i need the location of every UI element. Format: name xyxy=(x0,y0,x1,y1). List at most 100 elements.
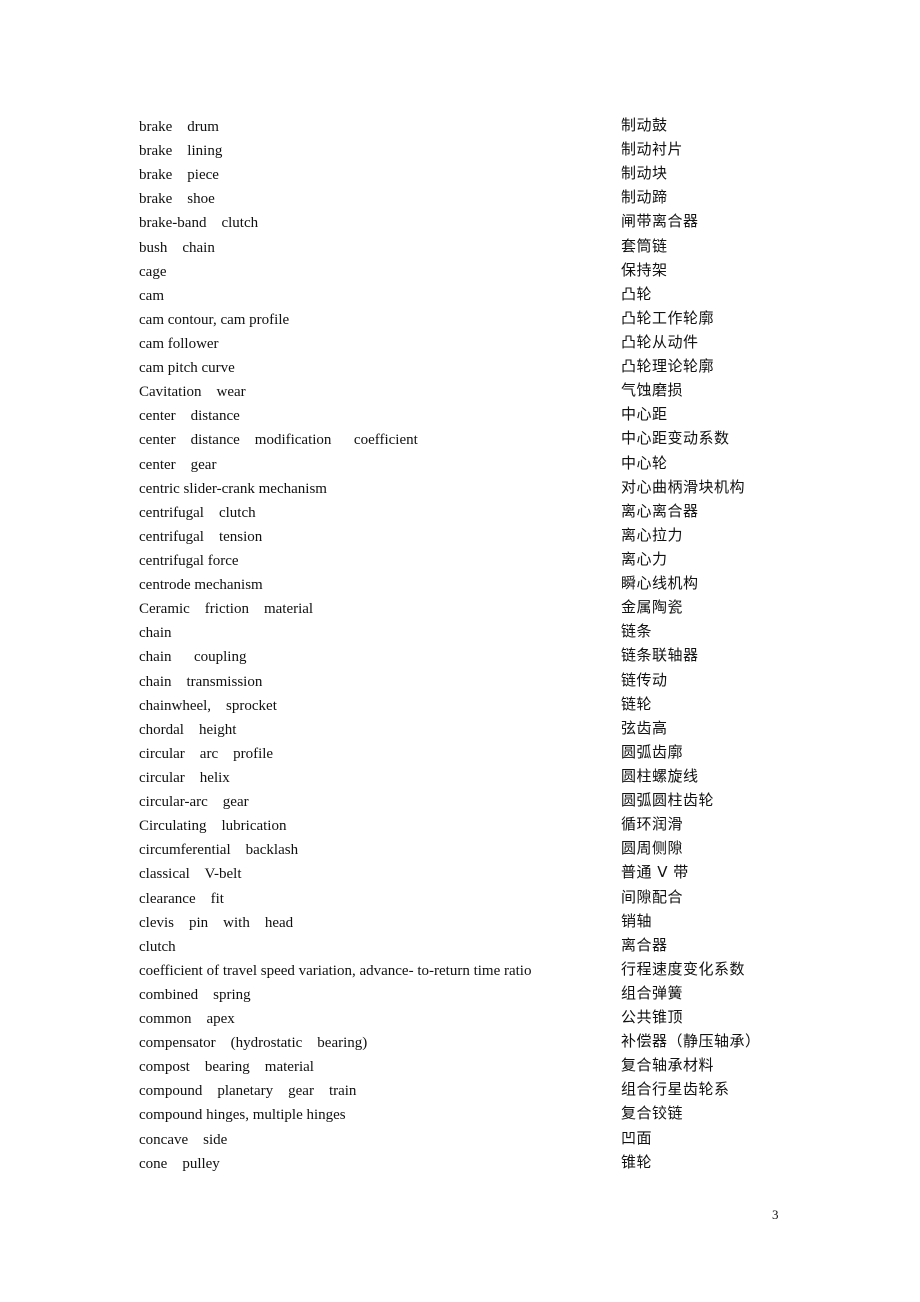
chinese-term: 凸轮从动件 xyxy=(621,332,699,351)
glossary-entry: common apex 公共锥顶 xyxy=(139,1007,799,1031)
english-term: classical V-belt xyxy=(139,866,242,883)
chinese-term: 复合铰链 xyxy=(621,1104,684,1123)
chinese-term: 组合弹簧 xyxy=(621,983,684,1002)
chinese-term: 凸轮理论轮廓 xyxy=(621,357,715,376)
english-term: combined spring xyxy=(139,986,251,1003)
chinese-term: 普通 V 带 xyxy=(621,863,689,882)
english-term: centrifugal clutch xyxy=(139,504,256,521)
glossary-entry: brake shoe 制动蹄 xyxy=(139,187,799,211)
chinese-term: 链条联轴器 xyxy=(621,646,699,665)
english-term: chordal height xyxy=(139,721,237,738)
english-term: centrifugal tension xyxy=(139,528,263,545)
english-term: clutch xyxy=(139,938,176,955)
chinese-term: 循环润滑 xyxy=(621,815,684,834)
glossary-entry: brake drum 制动鼓 xyxy=(139,115,799,139)
english-term: brake piece xyxy=(139,167,219,184)
english-term: cam xyxy=(139,287,164,304)
glossary-entry: center distance modification coefficient… xyxy=(139,428,799,452)
english-term: coefficient of travel speed variation, a… xyxy=(139,962,532,979)
chinese-term: 弦齿高 xyxy=(621,718,668,737)
english-term: chain transmission xyxy=(139,673,263,690)
english-term: compound planetary gear train xyxy=(139,1083,357,1100)
chinese-term: 链轮 xyxy=(621,694,653,713)
glossary-entry: cone pulley 锥轮 xyxy=(139,1152,799,1176)
glossary-entry: center gear 中心轮 xyxy=(139,453,799,477)
english-term: centrode mechanism xyxy=(139,577,263,594)
glossary-list: brake drum 制动鼓 brake lining 制动衬片 brake piece… xyxy=(139,115,799,1176)
glossary-entry: cam follower 凸轮从动件 xyxy=(139,332,799,356)
chinese-term: 圆弧齿廓 xyxy=(621,742,684,761)
chinese-term: 离心力 xyxy=(621,549,668,568)
glossary-entry: clearance fit 间隙配合 xyxy=(139,887,799,911)
chinese-term: 闸带离合器 xyxy=(621,212,699,231)
glossary-entry: bush chain 套筒链 xyxy=(139,236,799,260)
english-term: compound hinges, multiple hinges xyxy=(139,1107,346,1124)
english-term: circular arc profile xyxy=(139,745,274,762)
chinese-term: 行程速度变化系数 xyxy=(621,959,746,978)
chinese-term: 圆柱螺旋线 xyxy=(621,766,699,785)
english-term: clevis pin with head xyxy=(139,914,294,931)
glossary-entry: Circulating lubrication 循环润滑 xyxy=(139,814,799,838)
glossary-entry: chain 链条 xyxy=(139,621,799,645)
glossary-entry: centric slider-crank mechanism 对心曲柄滑块机构 xyxy=(139,477,799,501)
english-term: chain coupling xyxy=(139,649,247,666)
chinese-term: 链条 xyxy=(621,622,653,641)
glossary-entry: compound hinges, multiple hinges 复合铰链 xyxy=(139,1103,799,1127)
glossary-entry: compost bearing material 复合轴承材料 xyxy=(139,1055,799,1079)
chinese-term: 离心离合器 xyxy=(621,501,699,520)
chinese-term: 复合轴承材料 xyxy=(621,1056,715,1075)
chinese-term: 对心曲柄滑块机构 xyxy=(621,477,746,496)
glossary-entry: cage 保持架 xyxy=(139,260,799,284)
english-term: cone pulley xyxy=(139,1155,220,1172)
glossary-entry: centrode mechanism 瞬心线机构 xyxy=(139,573,799,597)
chinese-term: 组合行星齿轮系 xyxy=(621,1080,730,1099)
glossary-entry: circular arc profile 圆弧齿廓 xyxy=(139,742,799,766)
english-term: chainwheel, sprocket xyxy=(139,697,277,714)
chinese-term: 气蚀磨损 xyxy=(621,381,684,400)
chinese-term: 公共锥顶 xyxy=(621,1008,684,1027)
chinese-term: 制动蹄 xyxy=(621,188,668,207)
chinese-term: 制动衬片 xyxy=(621,140,684,159)
glossary-entry: clevis pin with head 销轴 xyxy=(139,911,799,935)
chinese-term: 圆周侧隙 xyxy=(621,839,684,858)
english-term: Circulating lubrication xyxy=(139,818,287,835)
glossary-entry: compound planetary gear train 组合行星齿轮系 xyxy=(139,1079,799,1103)
glossary-entry: chainwheel, sprocket 链轮 xyxy=(139,694,799,718)
chinese-term: 中心轮 xyxy=(621,453,668,472)
chinese-term: 锥轮 xyxy=(621,1152,653,1171)
chinese-term: 套筒链 xyxy=(621,236,668,255)
glossary-entry: combined spring 组合弹簧 xyxy=(139,983,799,1007)
chinese-term: 补偿器（静压轴承） xyxy=(621,1032,761,1051)
glossary-entry: centrifugal clutch 离心离合器 xyxy=(139,501,799,525)
english-term: brake lining xyxy=(139,143,223,160)
glossary-entry: classical V-belt 普通 V 带 xyxy=(139,862,799,886)
glossary-entry: brake piece 制动块 xyxy=(139,163,799,187)
document-page: brake drum 制动鼓 brake lining 制动衬片 brake piece… xyxy=(0,0,920,1302)
chinese-term: 制动块 xyxy=(621,164,668,183)
glossary-entry: cam pitch curve 凸轮理论轮廓 xyxy=(139,356,799,380)
glossary-entry: centrifugal force 离心力 xyxy=(139,549,799,573)
english-term: center distance xyxy=(139,408,240,425)
english-term: brake-band clutch xyxy=(139,215,259,232)
chinese-term: 金属陶瓷 xyxy=(621,598,684,617)
english-term: concave side xyxy=(139,1131,228,1148)
glossary-entry: chain transmission 链传动 xyxy=(139,670,799,694)
glossary-entry: chordal height 弦齿高 xyxy=(139,718,799,742)
english-term: center distance modification coefficient xyxy=(139,432,418,449)
english-term: compensator (hydrostatic bearing) xyxy=(139,1035,368,1052)
english-term: circular helix xyxy=(139,769,230,786)
glossary-entry: Ceramic friction material 金属陶瓷 xyxy=(139,597,799,621)
chinese-term: 凹面 xyxy=(621,1128,653,1147)
glossary-entry: compensator (hydrostatic bearing) 补偿器（静压轴… xyxy=(139,1031,799,1055)
chinese-term: 中心距变动系数 xyxy=(621,429,730,448)
english-term: compost bearing material xyxy=(139,1059,314,1076)
glossary-entry: chain coupling 链条联轴器 xyxy=(139,645,799,669)
chinese-term: 间隙配合 xyxy=(621,887,684,906)
english-term: center gear xyxy=(139,456,217,473)
glossary-entry: centrifugal tension 离心拉力 xyxy=(139,525,799,549)
glossary-entry: brake-band clutch 闸带离合器 xyxy=(139,211,799,235)
chinese-term: 圆弧圆柱齿轮 xyxy=(621,791,715,810)
english-term: Ceramic friction material xyxy=(139,601,314,618)
chinese-term: 离合器 xyxy=(621,935,668,954)
glossary-entry: circular-arc gear 圆弧圆柱齿轮 xyxy=(139,790,799,814)
